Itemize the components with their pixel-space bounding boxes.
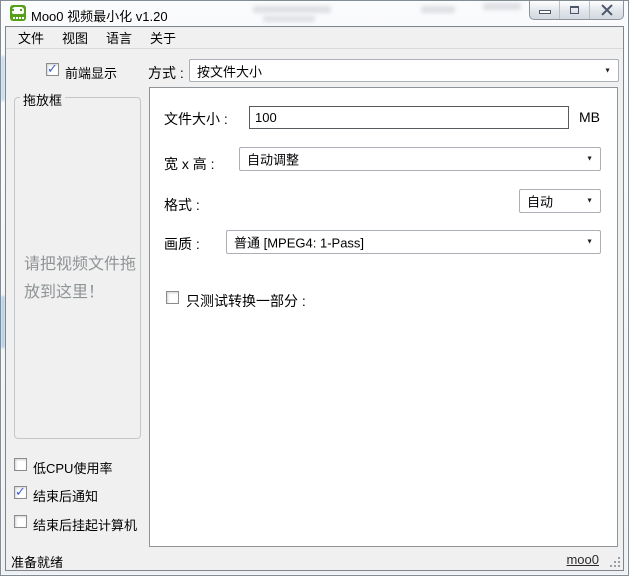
content: ✓ 前端显示 方式 : 按文件大小 ▼ 请把视频文件拖 放到这里！ 拖放框 文件…	[6, 50, 623, 548]
menu-language[interactable]: 语言	[97, 26, 141, 49]
close-icon	[600, 4, 613, 16]
suspend-after-checkbox[interactable]	[14, 515, 27, 528]
glass-blur-artifact	[253, 6, 331, 13]
chevron-down-icon: ▼	[604, 67, 611, 74]
close-button[interactable]	[590, 1, 623, 19]
dropbox-hint-line2: 放到这里！	[24, 284, 105, 301]
statusbar: 准备就绪 moo0	[6, 548, 623, 570]
chevron-down-icon: ▼	[586, 155, 593, 163]
menu-file[interactable]: 文件	[9, 26, 53, 49]
notify-after-label: 结束后通知	[33, 489, 99, 504]
suspend-after-label: 结束后挂起计算机	[33, 518, 138, 533]
menu-about[interactable]: 关于	[141, 26, 185, 49]
check-icon: ✓	[47, 61, 58, 76]
dimensions-select[interactable]: 自动调整 ▼	[239, 147, 601, 171]
dropbox-hint: 请把视频文件拖 放到这里！	[24, 251, 136, 307]
test-partial-label: 只测试转换一部分 :	[186, 293, 306, 309]
file-size-input[interactable]	[249, 106, 569, 129]
file-size-label: 文件大小 :	[164, 111, 228, 127]
quality-select[interactable]: 普通 [MPEG4: 1-Pass] ▼	[226, 230, 601, 254]
method-label: 方式 :	[148, 65, 184, 81]
dimensions-value: 自动调整	[247, 152, 300, 168]
minimize-button[interactable]	[530, 1, 560, 19]
menu-view[interactable]: 视图	[53, 26, 97, 49]
resize-grip-icon[interactable]	[609, 556, 621, 568]
glass-blur-artifact	[483, 3, 521, 10]
dropbox-area[interactable]: 请把视频文件拖 放到这里！	[14, 97, 141, 439]
method-value: 按文件大小	[197, 64, 263, 79]
status-message: 准备就绪	[11, 555, 64, 570]
window-title: Moo0 视频最小化 v1.20	[31, 9, 168, 24]
glass-blur-artifact	[421, 6, 455, 13]
dimensions-label: 宽 x 高 :	[164, 156, 215, 172]
notify-after-checkbox[interactable]: ✓	[14, 484, 27, 499]
check-icon: ✓	[15, 484, 26, 499]
chevron-down-icon: ▼	[586, 197, 593, 205]
quality-label: 画质 :	[164, 236, 200, 252]
front-display-checkbox[interactable]: ✓	[46, 61, 59, 76]
chevron-down-icon: ▼	[586, 238, 593, 246]
low-cpu-label: 低CPU使用率	[33, 461, 113, 476]
dropbox-title: 拖放框	[20, 90, 66, 109]
dropbox-hint-line1: 请把视频文件拖	[24, 256, 137, 273]
minimize-icon	[539, 10, 551, 14]
file-size-unit: MB	[579, 109, 600, 125]
settings-panel: 文件大小 : MB 宽 x 高 : 自动调整 ▼ 格式 : 自动 ▼ 画质 : …	[149, 87, 618, 547]
glass-blur-artifact	[263, 16, 315, 22]
client-area: 文件 视图 语言 关于 ✓ 前端显示 方式 : 按文件大小 ▼ 请把视频文件拖 …	[5, 26, 624, 571]
app-window: Moo0 视频最小化 v1.20 文件 视图 语言 关于 ✓ 前端显示 方式 :…	[0, 0, 629, 576]
quality-value: 普通 [MPEG4: 1-Pass]	[234, 235, 365, 251]
format-value: 自动	[527, 194, 554, 210]
window-controls	[529, 1, 624, 20]
menubar: 文件 视图 语言 关于	[6, 27, 623, 49]
maximize-button[interactable]	[560, 1, 590, 19]
method-select[interactable]: 按文件大小 ▼	[189, 59, 619, 82]
test-partial-checkbox[interactable]	[166, 291, 179, 304]
low-cpu-checkbox[interactable]	[14, 458, 27, 471]
titlebar[interactable]: Moo0 视频最小化 v1.20	[1, 1, 628, 26]
format-select[interactable]: 自动 ▼	[519, 189, 601, 213]
maximize-icon	[570, 6, 579, 14]
app-icon	[10, 5, 26, 21]
front-display-label: 前端显示	[65, 66, 118, 81]
moo0-link[interactable]: moo0	[566, 552, 599, 567]
format-label: 格式 :	[164, 197, 200, 213]
